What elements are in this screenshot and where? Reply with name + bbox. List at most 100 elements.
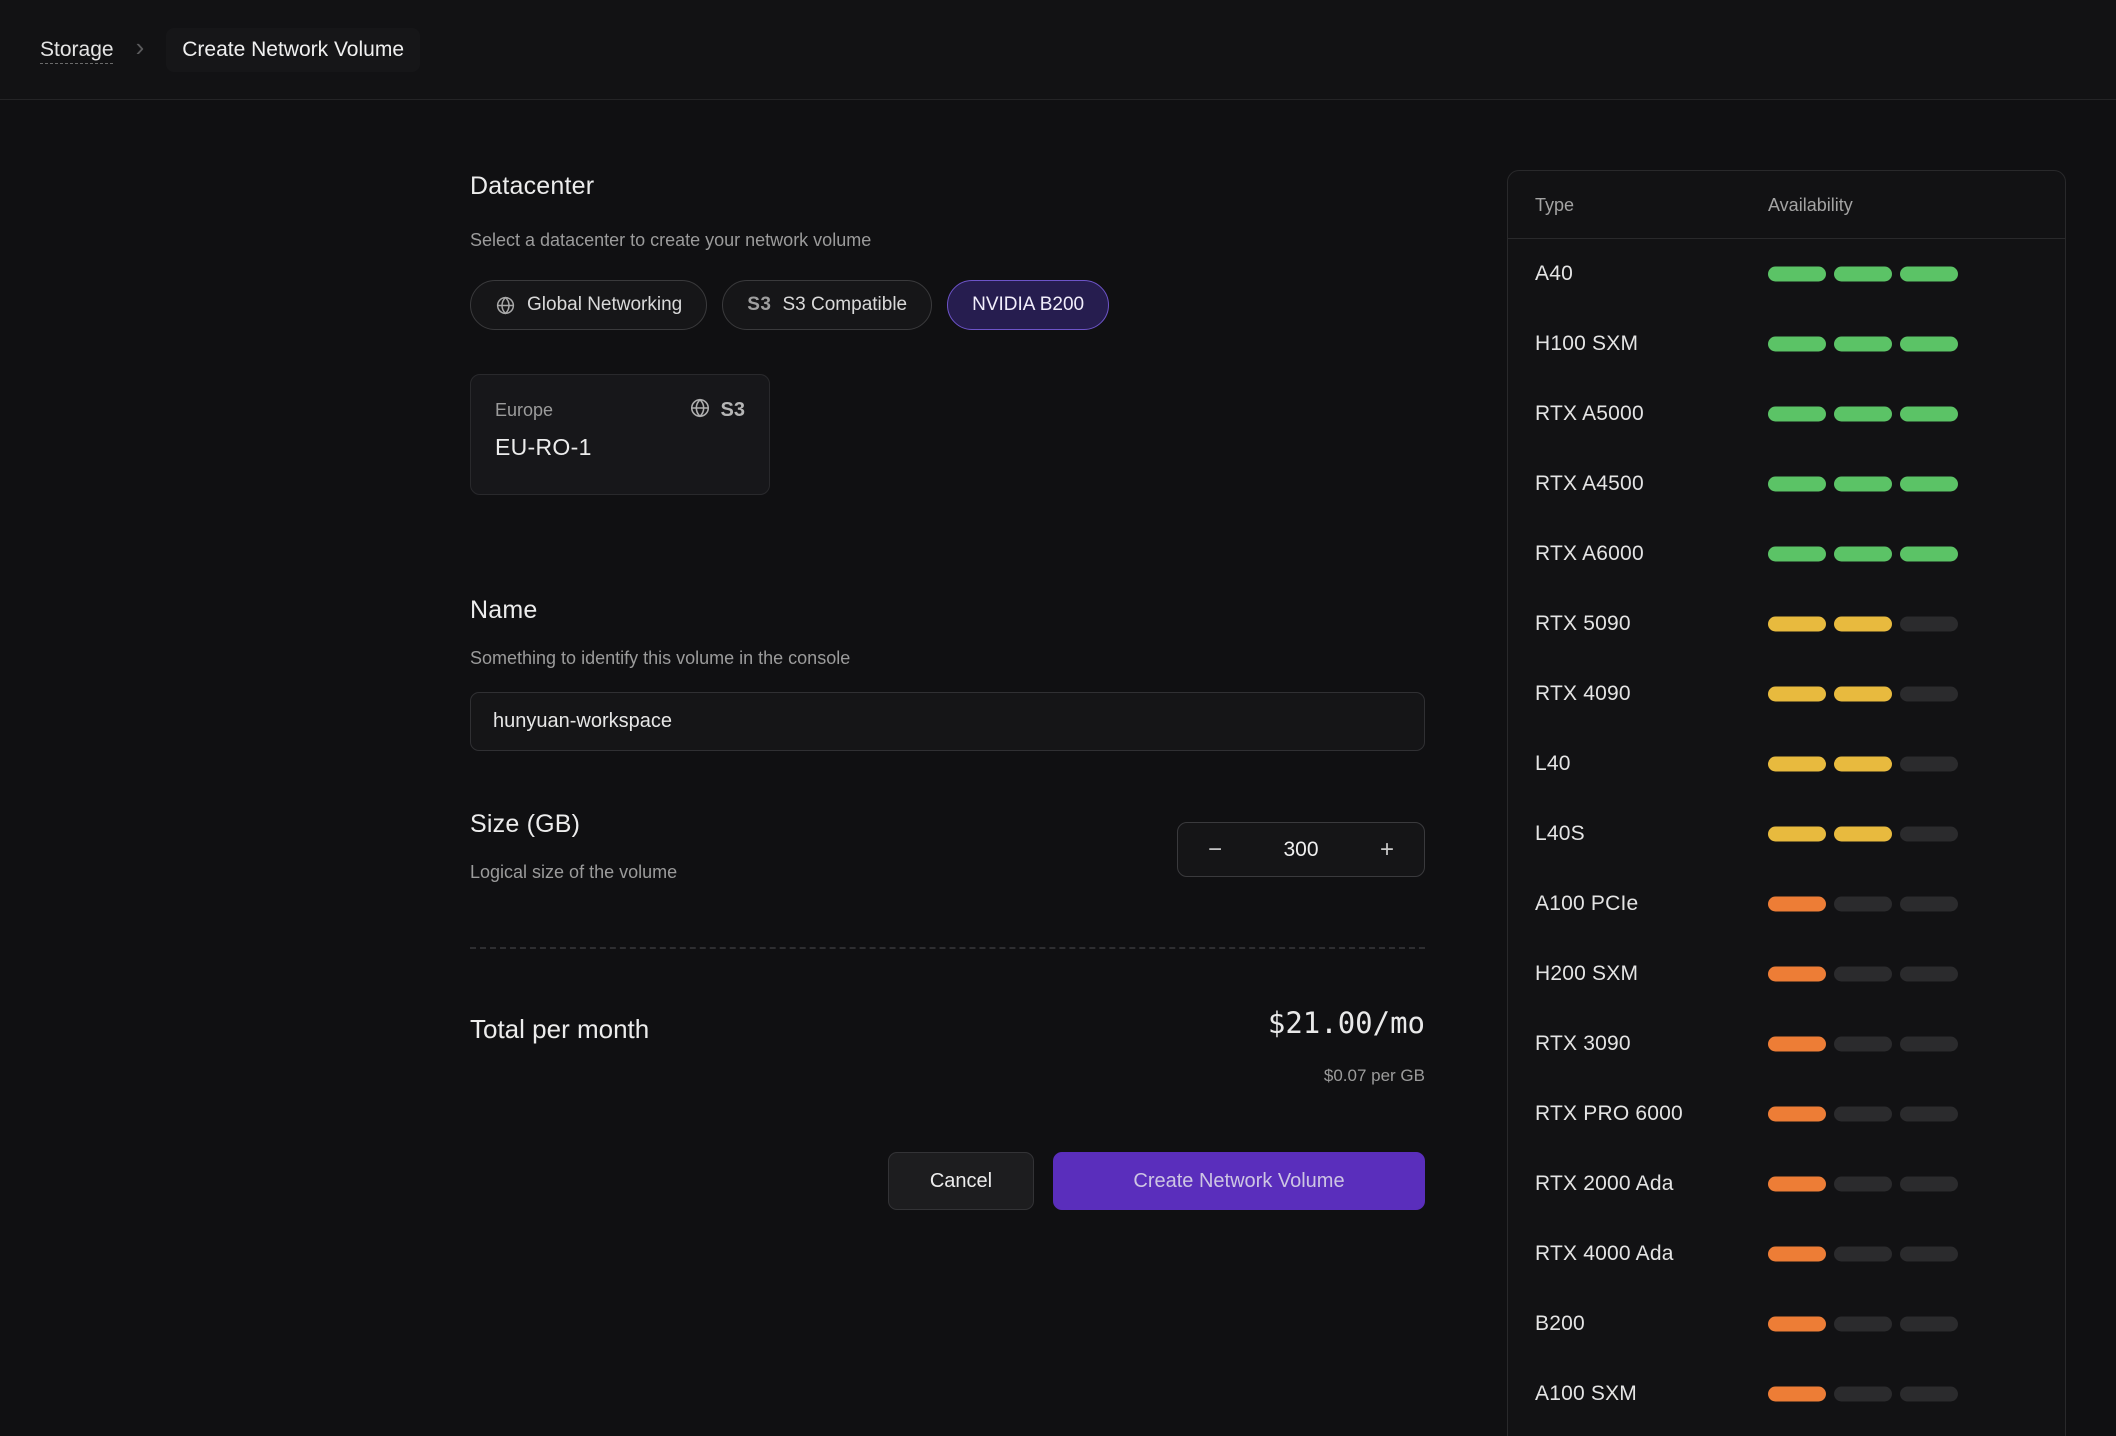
gpu-row-l40s: L40S <box>1508 799 2065 869</box>
gpu-row-a100-sxm: A100 SXM <box>1508 1359 2065 1429</box>
availability-segment-empty <box>1900 1177 1958 1192</box>
filter-chip-s3-compatible[interactable]: S3S3 Compatible <box>722 280 932 330</box>
availability-segment-empty <box>1900 1247 1958 1262</box>
breadcrumb-chevron-icon: › <box>136 32 145 63</box>
gpu-type-label: RTX A5000 <box>1535 402 1644 426</box>
availability-segment-orange <box>1768 1177 1826 1192</box>
datacenter-subtitle: Select a datacenter to create your netwo… <box>470 230 871 251</box>
breadcrumb-storage-link[interactable]: Storage <box>40 38 114 62</box>
availability-segment-yellow <box>1768 757 1826 772</box>
availability-segment-yellow <box>1834 827 1892 842</box>
filter-chip-label: NVIDIA B200 <box>972 294 1084 316</box>
availability-segment-empty <box>1834 1107 1892 1122</box>
datacenter-card-eu-ro-1[interactable]: Europe S3 EU-RO-1 <box>470 374 770 495</box>
availability-segment-green <box>1834 407 1892 422</box>
size-increment-button[interactable]: + <box>1376 834 1398 866</box>
availability-segment-green <box>1900 267 1958 282</box>
gpu-row-a100-pcie: A100 PCIe <box>1508 869 2065 939</box>
gpu-type-label: RTX A4500 <box>1535 472 1644 496</box>
availability-meter <box>1768 267 1958 282</box>
cancel-button[interactable]: Cancel <box>888 1152 1034 1210</box>
availability-meter <box>1768 1317 1958 1332</box>
gpu-type-label: H100 SXM <box>1535 332 1638 356</box>
datacenter-filter-chips: Global Networking S3S3 Compatible NVIDIA B… <box>470 280 1109 330</box>
globe-icon <box>495 295 516 316</box>
s3-icon: S3 <box>747 294 771 316</box>
availability-meter <box>1768 1247 1958 1262</box>
gpu-type-label: RTX 4090 <box>1535 682 1631 706</box>
datacenter-id: EU-RO-1 <box>495 434 745 461</box>
availability-segment-empty <box>1900 827 1958 842</box>
availability-segment-yellow <box>1834 617 1892 632</box>
gpu-type-label: H200 SXM <box>1535 962 1638 986</box>
availability-segment-orange <box>1768 1387 1826 1402</box>
availability-meter <box>1768 1387 1958 1402</box>
availability-segment-empty <box>1834 1387 1892 1402</box>
availability-meter <box>1768 757 1958 772</box>
gpu-row-b200: B200 <box>1508 1289 2065 1359</box>
filter-chip-label: Global Networking <box>527 294 682 316</box>
filter-chip-nvidia-b200[interactable]: NVIDIA B200 <box>947 280 1109 330</box>
gpu-row-rtx-5090: RTX 5090 <box>1508 589 2065 659</box>
gpu-type-label: A100 SXM <box>1535 1382 1637 1406</box>
availability-segment-empty <box>1900 617 1958 632</box>
size-subtitle: Logical size of the volume <box>470 862 677 883</box>
availability-meter <box>1768 967 1958 982</box>
availability-segment-empty <box>1900 1107 1958 1122</box>
form-actions: Cancel Create Network Volume <box>470 1152 1425 1210</box>
gpu-type-label: B200 <box>1535 1312 1585 1336</box>
availability-segment-orange <box>1768 1317 1826 1332</box>
availability-segment-orange <box>1768 1247 1826 1262</box>
availability-segment-empty <box>1834 1247 1892 1262</box>
gpu-row-l40: L40 <box>1508 729 2065 799</box>
availability-segment-green <box>1768 547 1826 562</box>
availability-segment-yellow <box>1834 687 1892 702</box>
gpu-row-rtx-pro-6000: RTX PRO 6000 <box>1508 1079 2065 1149</box>
total-per-month-value: $21.00/mo <box>470 1006 1425 1040</box>
gpu-row-h200-sxm: H200 SXM <box>1508 939 2065 1009</box>
column-header-type: Type <box>1535 171 1574 239</box>
availability-segment-empty <box>1834 1037 1892 1052</box>
create-network-volume-button[interactable]: Create Network Volume <box>1053 1152 1425 1210</box>
availability-meter <box>1768 407 1958 422</box>
availability-segment-green <box>1768 267 1826 282</box>
availability-meter <box>1768 477 1958 492</box>
availability-segment-empty <box>1834 897 1892 912</box>
availability-segment-green <box>1768 477 1826 492</box>
gpu-type-label: RTX 3090 <box>1535 1032 1631 1056</box>
availability-segment-green <box>1900 547 1958 562</box>
availability-segment-empty <box>1900 1037 1958 1052</box>
availability-segment-green <box>1900 407 1958 422</box>
availability-segment-empty <box>1834 967 1892 982</box>
gpu-type-label: A100 PCIe <box>1535 892 1638 916</box>
datacenter-title: Datacenter <box>470 172 594 201</box>
availability-segment-empty <box>1900 687 1958 702</box>
availability-segment-orange <box>1768 897 1826 912</box>
availability-segment-green <box>1834 547 1892 562</box>
volume-name-input[interactable] <box>470 692 1425 751</box>
size-decrement-button[interactable]: − <box>1204 834 1226 866</box>
availability-segment-yellow <box>1834 757 1892 772</box>
s3-badge: S3 <box>721 399 745 422</box>
availability-segment-yellow <box>1768 617 1826 632</box>
size-value[interactable]: 300 <box>1283 838 1318 862</box>
filter-chip-global-networking[interactable]: Global Networking <box>470 280 707 330</box>
gpu-availability-panel: Type Availability A40H100 SXMRTX A5000RT… <box>1507 170 2066 1436</box>
gpu-row-rtx-a4500: RTX A4500 <box>1508 449 2065 519</box>
availability-segment-empty <box>1900 1317 1958 1332</box>
availability-segment-green <box>1900 477 1958 492</box>
gpu-type-label: RTX 4000 Ada <box>1535 1242 1674 1266</box>
gpu-row-rtx-4000-ada: RTX 4000 Ada <box>1508 1219 2065 1289</box>
gpu-type-label: RTX A6000 <box>1535 542 1644 566</box>
size-stepper: − 300 + <box>1177 822 1425 877</box>
availability-segment-empty <box>1900 967 1958 982</box>
availability-meter <box>1768 547 1958 562</box>
availability-segment-green <box>1834 337 1892 352</box>
availability-segment-orange <box>1768 1037 1826 1052</box>
availability-segment-empty <box>1900 757 1958 772</box>
availability-meter <box>1768 827 1958 842</box>
name-title: Name <box>470 596 538 625</box>
gpu-row-rtx-a5000: RTX A5000 <box>1508 379 2065 449</box>
column-header-availability: Availability <box>1768 171 1853 239</box>
gpu-type-label: RTX PRO 6000 <box>1535 1102 1683 1126</box>
